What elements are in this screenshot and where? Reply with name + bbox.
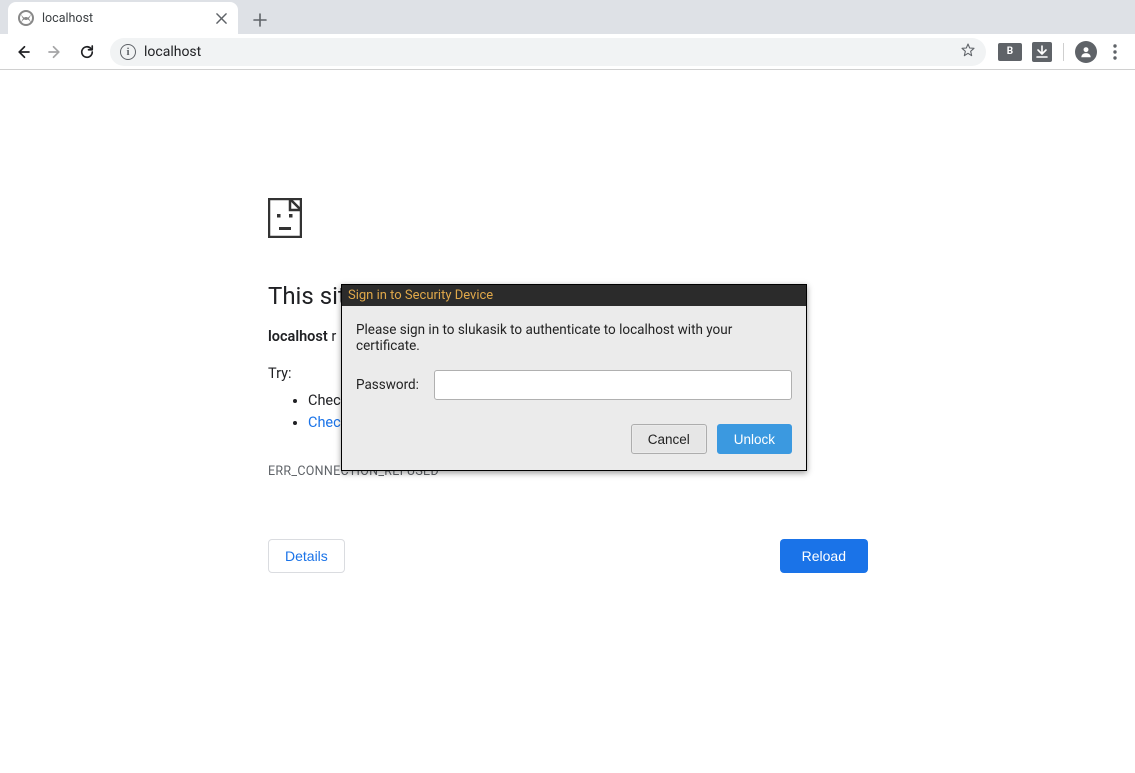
dialog-actions: Cancel Unlock	[356, 424, 792, 454]
details-button[interactable]: Details	[268, 539, 345, 573]
tab-title: localhost	[42, 11, 206, 26]
profile-avatar-button[interactable]	[1075, 41, 1097, 63]
bookmark-star-icon[interactable]	[960, 42, 976, 62]
sad-page-icon	[268, 198, 302, 238]
cancel-button[interactable]: Cancel	[631, 424, 707, 454]
browser-toolbar: i localhost B	[0, 34, 1135, 70]
error-page-buttons: Details Reload	[268, 539, 868, 573]
browser-window: localhost i localhost B	[0, 0, 1135, 773]
dialog-body: Please sign in to slukasik to authentica…	[342, 306, 806, 470]
unlock-button[interactable]: Unlock	[717, 424, 792, 454]
url-text: localhost	[144, 44, 952, 60]
new-tab-button[interactable]	[246, 6, 274, 34]
close-tab-button[interactable]	[214, 11, 228, 25]
security-device-dialog: Sign in to Security Device Please sign i…	[341, 284, 807, 471]
toolbar-divider	[1063, 43, 1064, 61]
password-label: Password:	[356, 377, 422, 393]
site-info-icon[interactable]: i	[120, 44, 136, 60]
extension-button-2[interactable]	[1032, 42, 1052, 62]
reload-page-button[interactable]: Reload	[780, 539, 868, 573]
password-row: Password:	[356, 370, 792, 400]
kebab-menu-button[interactable]	[1103, 40, 1127, 64]
reload-button[interactable]	[72, 37, 102, 67]
extension-button-1[interactable]: B	[998, 43, 1022, 61]
error-host: localhost	[268, 328, 328, 345]
address-bar[interactable]: i localhost	[110, 38, 986, 66]
tab-strip: localhost	[0, 0, 1135, 34]
dialog-title: Sign in to Security Device	[342, 285, 806, 306]
dialog-message: Please sign in to slukasik to authentica…	[356, 322, 792, 354]
password-input[interactable]	[434, 370, 792, 400]
globe-icon	[18, 10, 34, 26]
suggestion-link[interactable]: Chec	[308, 414, 341, 431]
forward-button[interactable]	[40, 37, 70, 67]
browser-tab[interactable]: localhost	[8, 2, 238, 34]
back-button[interactable]	[8, 37, 38, 67]
